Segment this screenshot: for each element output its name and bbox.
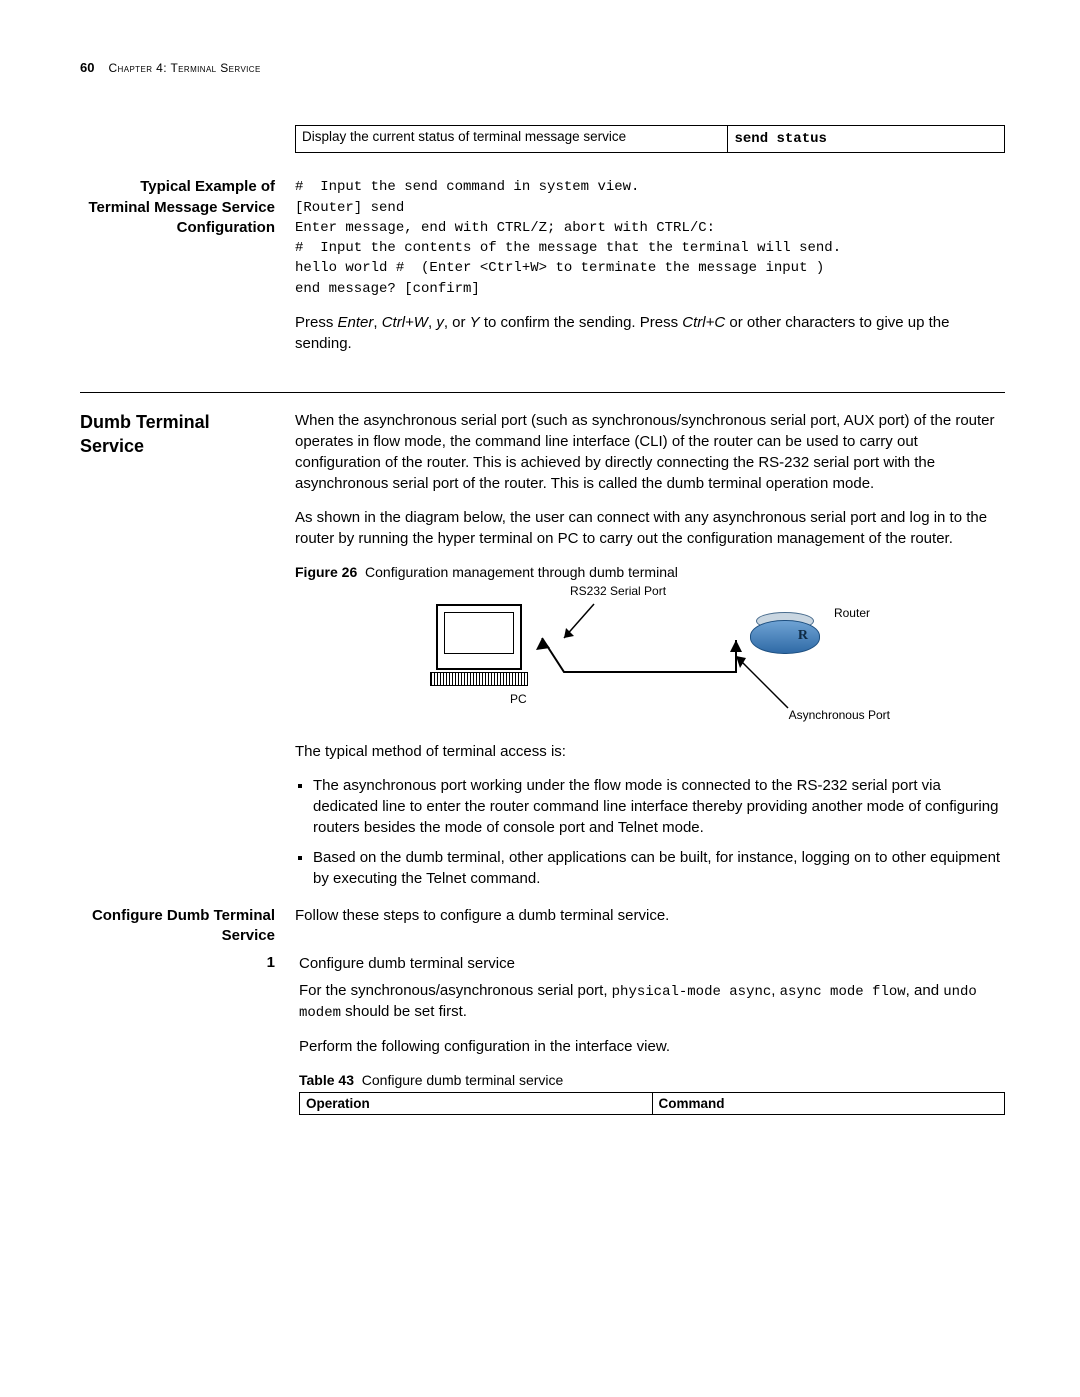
step-number: 1 (267, 954, 275, 971)
body-text: Follow these steps to configure a dumb t… (295, 906, 1005, 927)
table-cell-cmd: send status (728, 126, 1005, 153)
table42-fragment: Display the current status of terminal m… (295, 125, 1005, 153)
table43: Operation Command (299, 1092, 1005, 1115)
body-text: As shown in the diagram below, the user … (295, 508, 1005, 549)
cable-line (518, 596, 818, 726)
table-fragment-row: Display the current status of terminal m… (80, 125, 1005, 153)
code-block: # Input the send command in system view.… (295, 177, 1005, 299)
figure-26: RS232 Serial Port Router PC Asynchronous… (400, 584, 900, 734)
list-item: The asynchronous port working under the … (313, 776, 1005, 838)
section-dumb: Dumb Terminal Service When the asynchron… (80, 411, 1005, 905)
section-heading-typical: Typical Example of Terminal Message Serv… (80, 177, 275, 238)
bullet-list: The asynchronous port working under the … (313, 776, 1005, 889)
keyboard-icon (430, 672, 528, 686)
page: 60 Chapter 4: Terminal Service Display t… (0, 0, 1080, 1155)
step-title: Configure dumb terminal service (299, 954, 1005, 975)
table-row: Operation Command (300, 1093, 1005, 1115)
figure-caption: Figure 26 Configuration management throu… (295, 564, 1005, 580)
table-header-command: Command (652, 1093, 1005, 1115)
pc-icon (436, 604, 522, 670)
table-cell-desc: Display the current status of terminal m… (296, 126, 728, 153)
table-header-operation: Operation (300, 1093, 653, 1115)
body-text: Press Enter, Ctrl+W, y, or Y to confirm … (295, 313, 1005, 354)
section-heading-dumb: Dumb Terminal Service (80, 411, 275, 458)
page-number: 60 (80, 60, 94, 75)
body-text: When the asynchronous serial port (such … (295, 411, 1005, 494)
body-text: Perform the following configuration in t… (299, 1037, 1005, 1058)
section-divider (80, 392, 1005, 393)
body-text: The typical method of terminal access is… (295, 742, 1005, 763)
figure-label-router: Router (834, 606, 870, 620)
section-configure: Configure Dumb Terminal Service Follow t… (80, 906, 1005, 947)
list-item: Based on the dumb terminal, other applic… (313, 848, 1005, 889)
chapter-title: Chapter 4: Terminal Service (108, 61, 260, 75)
section-typical: Typical Example of Terminal Message Serv… (80, 177, 1005, 368)
page-header: 60 Chapter 4: Terminal Service (80, 60, 1005, 75)
step-block: 1 Configure dumb terminal service For th… (80, 954, 1005, 1115)
body-text: For the synchronous/asynchronous serial … (299, 981, 1005, 1024)
table-row: Display the current status of terminal m… (296, 126, 1005, 153)
section-heading-configure: Configure Dumb Terminal Service (80, 906, 275, 947)
table-caption: Table 43 Configure dumb terminal service (299, 1072, 1005, 1088)
